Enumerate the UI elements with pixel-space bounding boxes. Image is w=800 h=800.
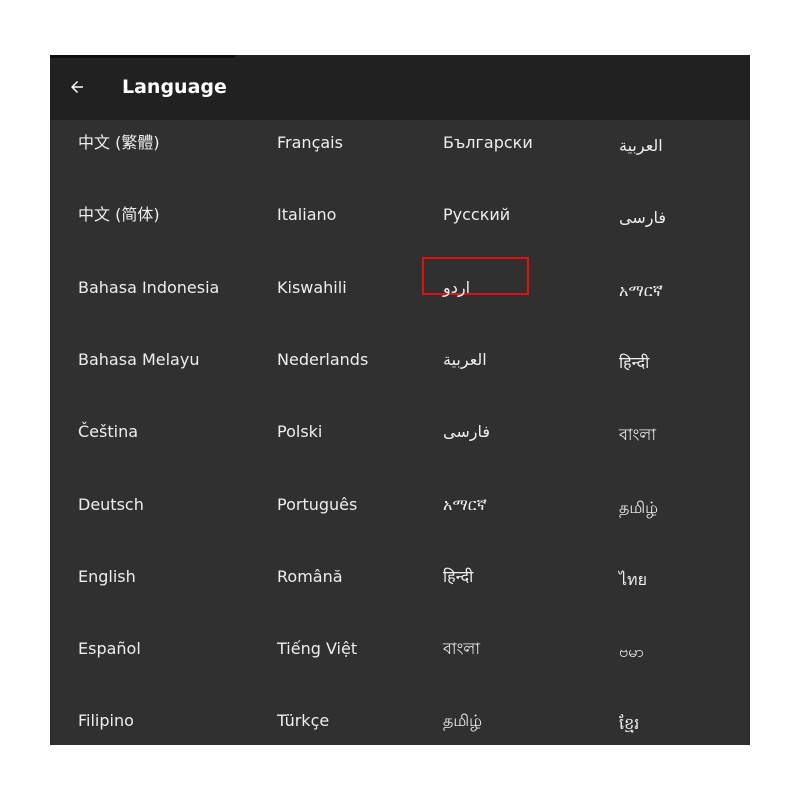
language-option[interactable]: فارسی: [619, 207, 666, 229]
language-option[interactable]: தமிழ்: [443, 710, 482, 732]
language-option[interactable]: Türkçe: [277, 710, 329, 732]
language-option[interactable]: 中文 (繁體): [78, 132, 160, 154]
language-option[interactable]: Français: [277, 132, 343, 154]
language-option[interactable]: اردو: [443, 277, 470, 299]
language-option[interactable]: Deutsch: [78, 494, 144, 516]
language-grid: 中文 (繁體) Français Български العربية 中文 (简体) It…: [50, 120, 750, 745]
back-button[interactable]: [62, 72, 92, 102]
language-option[interactable]: Polski: [277, 421, 322, 443]
language-option[interactable]: Čeština: [78, 421, 138, 443]
language-option[interactable]: Filipino: [78, 710, 134, 732]
language-option[interactable]: Português: [277, 494, 357, 516]
status-strip: [50, 55, 235, 58]
language-option[interactable]: العربية: [619, 135, 663, 157]
language-option[interactable]: Română: [277, 566, 343, 588]
language-option[interactable]: Bahasa Indonesia: [78, 277, 219, 299]
language-option[interactable]: 中文 (简体): [78, 204, 160, 226]
language-option[interactable]: Kiswahili: [277, 277, 347, 299]
language-option[interactable]: Tiếng Việt: [277, 638, 357, 660]
app-bar: Language: [50, 55, 750, 120]
language-option[interactable]: हिन्दी: [443, 566, 473, 588]
page-title: Language: [122, 76, 227, 98]
language-option[interactable]: አማርኛ: [443, 494, 487, 516]
language-option[interactable]: ไทย: [619, 569, 647, 591]
selected-language-highlight: [422, 257, 529, 295]
language-option[interactable]: Русский: [443, 204, 510, 226]
language-option[interactable]: English: [78, 566, 136, 588]
language-option[interactable]: Nederlands: [277, 349, 368, 371]
language-option[interactable]: فارسی: [443, 421, 490, 443]
language-option[interactable]: বাংলা: [443, 638, 480, 660]
language-option[interactable]: Български: [443, 132, 533, 154]
language-option[interactable]: Español: [78, 638, 141, 660]
language-option[interactable]: ខ្មែរ: [619, 713, 639, 735]
language-option[interactable]: हिन्दी: [619, 352, 649, 374]
language-option[interactable]: አማርኛ: [619, 280, 663, 302]
language-screen: Language 中文 (繁體) Français Български العربية…: [50, 55, 750, 745]
language-option[interactable]: தமிழ்: [619, 497, 658, 519]
language-option[interactable]: Italiano: [277, 204, 336, 226]
language-option[interactable]: ဗမာ: [619, 641, 644, 663]
language-option[interactable]: العربية: [443, 349, 487, 371]
arrow-left-icon: [68, 78, 86, 96]
language-option[interactable]: Bahasa Melayu: [78, 349, 199, 371]
language-option[interactable]: বাংলা: [619, 424, 656, 446]
